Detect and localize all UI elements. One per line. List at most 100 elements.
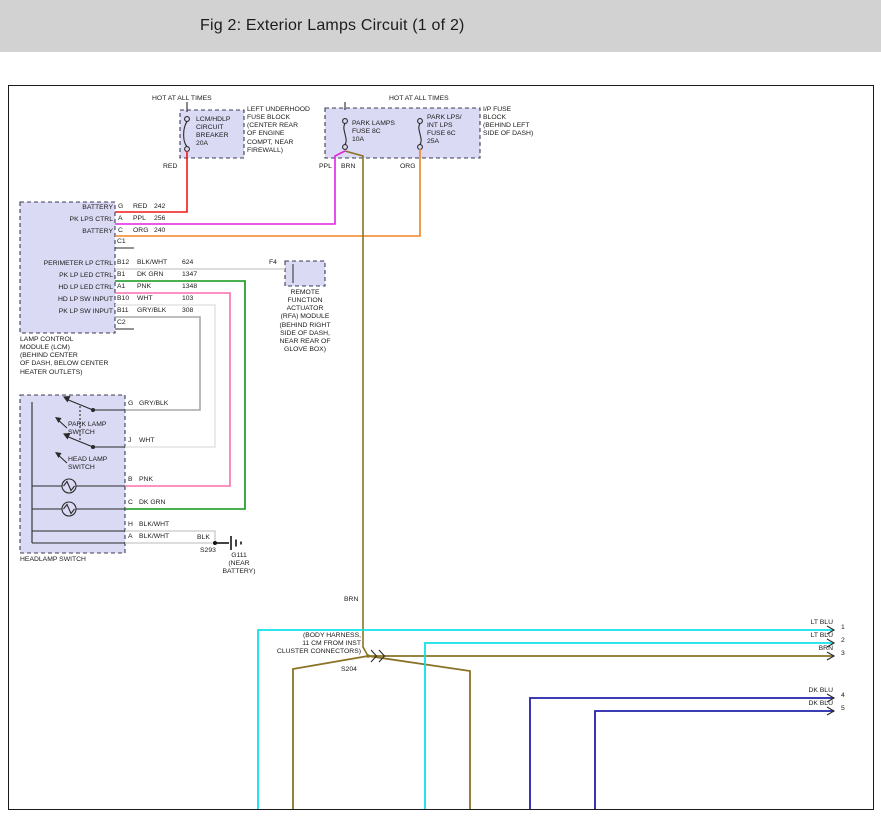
wire-color: GRY/BLK [137,308,182,315]
wires [115,149,834,809]
head-lamp-switch-label: HEAD LAMP SWITCH [68,456,107,472]
splice-s204-label: S204 [341,666,357,674]
wire-color-label-red: RED [163,163,177,171]
fuse-6c-label: PARK LPS/ INT LPS FUSE 6C 25A [427,114,462,147]
lcm-function-hd-lp-led-ctrl: HD LP LED CTRL [58,285,113,292]
terminal-wire-label-3: BRN [819,646,833,653]
wire-dkblu-terminal-4 [530,698,834,809]
wire-color: PNK [139,477,153,484]
terminal-number-5: 5 [841,706,845,713]
lcm-pin-row-g: GRED242 [118,204,165,211]
terminal-wire-label-1: LT BLU [811,620,833,627]
lcm-pin-row-b1: B1DK GRN1347 [117,272,197,279]
headlamp-switch-caption: HEADLAMP SWITCH [20,556,86,564]
switch-pin-row-b: BPNK [128,477,153,484]
wire-color: ORG [133,228,154,235]
lcm-function-hd-lp-sw-input: HD LP SW INPUT [58,297,113,304]
lcm-function-pk-lp-led-ctrl: PK LP LED CTRL [59,273,113,280]
rfa-connector-f4-label: F4 [269,259,277,267]
splices-terminals [213,541,834,715]
wire-color: BLK/WHT [139,534,169,541]
terminal-number-2: 2 [841,638,845,645]
pin-id: C [128,500,139,507]
hot-at-all-times-right-label: HOT AT ALL TIMES [389,95,449,103]
circuit-number: 240 [154,228,165,235]
pin-id: B [128,477,139,484]
pin-id: B1 [117,272,137,279]
body-harness-note: (BODY HARNESS, 11 CM FROM INST CLUSTER C… [277,632,361,656]
wire-color: DK GRN [137,272,182,279]
wire-gryblk-308 [115,317,200,410]
lcm-function-pk-lps-ctrl: PK LPS CTRL [70,217,113,224]
ground-g111-label: G111 (NEAR BATTERY) [210,552,268,576]
switch-pin-row-a: ABLK/WHT [128,534,169,541]
park-lamp-switch-label: PARK LAMP SWITCH [68,421,106,437]
wire-brn-feed [345,151,368,656]
switch-pin-row-c: CDK GRN [128,500,165,507]
underhood-fuse-block-label: LEFT UNDERHOOD FUSE BLOCK (CENTER REAR O… [247,106,310,155]
page: Fig 2: Exterior Lamps Circuit (1 of 2) [0,0,881,817]
splice-s293-dot [213,541,217,545]
wire-brn-branch-right [368,656,470,809]
wire-ltblu-terminal-2 [425,643,834,809]
pin-id: B10 [117,296,137,303]
lcm-connector-c2-label: C2 [117,319,126,327]
switch-pin-row-g: GGRY/BLK [128,401,168,408]
wire-color-label-blk: BLK [197,534,210,542]
wire-color: WHT [139,438,154,445]
terminal-wire-label-4: DK BLU [808,688,833,695]
wire-dkgrn-1347 [115,281,245,509]
switch-pin-row-j: JWHT [128,438,154,445]
wire-color: PPL [133,216,154,223]
pin-id: G [118,204,133,211]
switch-pin-row-h: HBLK/WHT [128,522,169,529]
wire-color-label-org: ORG [400,163,415,171]
circuit-number: 256 [154,216,165,223]
wire-red-242 [115,151,187,212]
lcm-caption: LAMP CONTROL MODULE (LCM) (BEHIND CENTER… [20,336,108,377]
lcm-pin-row-b11: B11GRY/BLK308 [117,308,193,315]
lcm-function-pk-lp-sw-input: PK LP SW INPUT [59,309,113,316]
wire-color-label-brn: BRN [341,163,355,171]
fuse-8c-label: PARK LAMPS FUSE 8C 10A [352,120,395,144]
wire-color: BLK/WHT [137,260,182,267]
circuit-number: 1347 [182,272,197,279]
lcm-pin-row-b10: B10WHT103 [117,296,193,303]
pin-id: C [118,228,133,235]
splice-s204-dot [366,654,370,658]
wire-color: PNK [137,284,182,291]
headlamp-switch-box [20,395,125,553]
lcm-function-battery-2: BATTERY [82,229,113,236]
rfa-module-box [285,261,325,286]
circuit-number: 308 [182,308,193,315]
lcm-pin-row-a: APPL256 [118,216,165,223]
wire-color: GRY/BLK [139,401,168,408]
terminal-number-4: 4 [841,693,845,700]
wire-org-240 [115,149,420,236]
wire-brn-branch-left [293,656,368,809]
pin-id: A1 [117,284,137,291]
circuit-number: 242 [154,204,165,211]
circuit-breaker-label: LCM/HDLP CIRCUIT BREAKER 20A [196,116,230,149]
hot-at-all-times-left-label: HOT AT ALL TIMES [152,95,212,103]
lcm-function-battery-1: BATTERY [82,205,113,212]
lcm-pin-row-b12: B12BLK/WHT624 [117,260,193,267]
pin-id: H [128,522,139,529]
wire-pnk-1348 [115,293,230,486]
wire-dkblu-terminal-5 [595,711,834,809]
pin-id: A [128,534,139,541]
rfa-caption: REMOTE FUNCTION ACTUATOR (RFA) MODULE (B… [263,289,347,354]
circuit-number: 1348 [182,284,197,291]
wire-ppl-256 [115,151,345,224]
wire-color: WHT [137,296,182,303]
wire-color-label-ppl: PPL [319,163,332,171]
ip-fuse-block-label: I/P FUSE BLOCK (BEHIND LEFT SIDE OF DASH… [483,106,533,139]
pin-id: G [128,401,139,408]
pin-id: B11 [117,308,137,315]
wire-color: RED [133,204,154,211]
wire-color-label-brn-mid: BRN [344,596,358,604]
lcm-pin-row-c: CORG240 [118,228,165,235]
terminal-number-1: 1 [841,625,845,632]
terminal-wire-label-2: LT BLU [811,633,833,640]
terminal-wire-label-5: DK BLU [808,701,833,708]
